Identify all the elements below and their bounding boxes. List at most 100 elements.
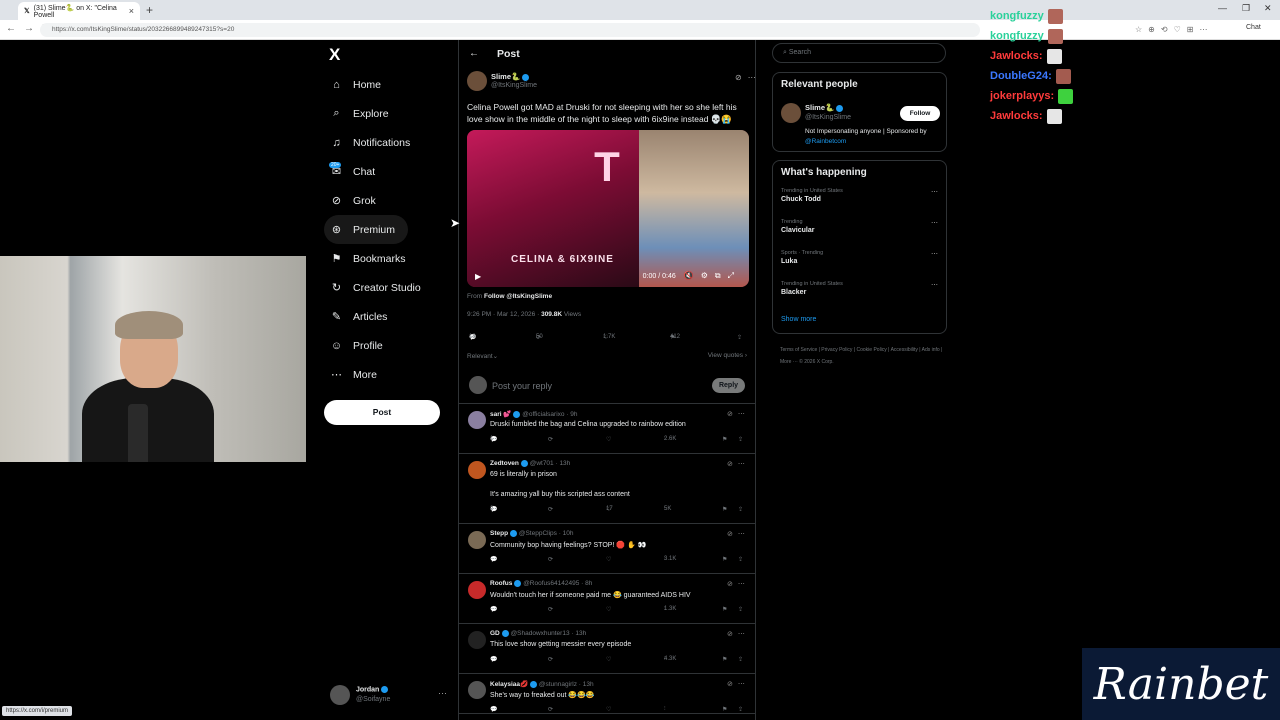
new-tab-button[interactable]: + — [146, 3, 153, 17]
reply-more-icons[interactable]: ⊘⋯ — [727, 460, 750, 468]
more-dots-icon[interactable]: ⋯ — [931, 281, 938, 289]
grok-and-more-icons[interactable]: ⊘⋯ — [735, 73, 755, 82]
reply-handle[interactable]: @officialsarixo · 9h — [522, 411, 577, 418]
bookmark-icon[interactable]: ⚑ — [722, 656, 727, 663]
follow-button[interactable]: Follow — [900, 106, 940, 121]
reply-author[interactable]: Roofus — [490, 580, 512, 587]
from-link[interactable]: Follow @ItsKingSlime — [484, 293, 552, 300]
reply-more-icons[interactable]: ⊘⋯ — [727, 630, 750, 638]
share-icon[interactable]: ⇪ — [738, 436, 743, 443]
trend-item[interactable]: Sports · Trending Luka ⋯ — [773, 248, 946, 279]
rp-name[interactable]: Slime🐍 — [805, 103, 834, 112]
post-timestamp[interactable]: 9:26 PM · Mar 12, 2026 · — [467, 311, 539, 318]
nav-item-creator-studio[interactable]: ↻ Creator Studio — [324, 273, 454, 302]
search-input[interactable]: ⌕ Search — [772, 43, 946, 63]
rp-bio-link[interactable]: @Rainbetcom — [805, 138, 846, 145]
reply-handle[interactable]: @Roofus64142495 · 8h — [523, 580, 592, 587]
reply-item[interactable]: GD @Shadowxhunter13 · 13h ⊘⋯ This love sho… — [459, 624, 755, 674]
trend-item[interactable]: Trending in United States Blacker ⋯ — [773, 279, 946, 310]
nav-item-premium[interactable]: ⊛ Premium — [324, 215, 408, 244]
repost-icon[interactable]: ⟳ — [548, 506, 553, 513]
avatar[interactable] — [468, 631, 486, 649]
account-switcher[interactable]: Jordan @Soifayne ··· — [330, 684, 450, 708]
minimize-icon[interactable]: — — [1218, 3, 1227, 13]
url-input[interactable]: https://x.com/ItsKingSlime/status/203226… — [40, 23, 980, 37]
nav-item-profile[interactable]: ☺ Profile — [324, 331, 454, 360]
reply-more-icons[interactable]: ⊘⋯ — [727, 580, 750, 588]
x-logo-icon[interactable]: X — [329, 45, 340, 65]
reply-author[interactable]: Zedtoven — [490, 460, 519, 467]
author-name[interactable]: Slime🐍 — [491, 72, 520, 81]
bookmark-icon[interactable]: ⚑ — [722, 556, 727, 563]
avatar[interactable] — [781, 103, 801, 123]
more-dots-icon[interactable]: ⋯ — [931, 219, 938, 227]
avatar[interactable] — [468, 531, 486, 549]
reply-item[interactable]: Stepp @SteppClips · 10h ⊘⋯ Community bop h… — [459, 524, 755, 574]
view-quotes-link[interactable]: View quotes › — [708, 352, 747, 359]
repost-icon[interactable]: ⟳ — [548, 706, 553, 713]
rp-handle[interactable]: @ItsKingSlime — [805, 114, 851, 121]
reply-handle[interactable]: @stunnagirlz · 13h — [539, 681, 594, 688]
more-dots-icon[interactable]: ⋯ — [931, 250, 938, 258]
share-icon[interactable]: ⇪ — [737, 334, 742, 341]
reply-item[interactable]: Kelaysiaa💋 @stunnagirlz · 13h ⊘⋯ She's way… — [459, 674, 755, 714]
browser-tab[interactable]: 𝕏 (31) Slime🐍 on X: "Celina Powell × — [18, 2, 140, 20]
reply-item[interactable]: sari 💕 @officialsarixo · 9h ⊘⋯ Druski fumb… — [459, 404, 755, 454]
video-player[interactable]: T CELINA & 6IX9INE ▶ 0:00 / 0:46 🔇⚙⧉⤢ — [467, 130, 749, 287]
nav-item-grok[interactable]: ⊘ Grok — [324, 186, 454, 215]
video-control-icons[interactable]: 🔇⚙⧉⤢ — [684, 271, 741, 281]
more-dots-icon[interactable]: ··· — [438, 688, 447, 698]
repost-icon[interactable]: ⟳ — [548, 656, 553, 663]
share-icon[interactable]: ⇪ — [738, 556, 743, 563]
sort-dropdown[interactable]: Relevant⌄ — [467, 353, 498, 360]
footer-links[interactable]: Terms of Service | Privacy Policy | Cook… — [780, 344, 950, 368]
avatar[interactable] — [468, 411, 486, 429]
nav-item-more[interactable]: ⋯ More — [324, 360, 454, 389]
share-icon[interactable]: ⇪ — [738, 506, 743, 513]
bookmark-icon[interactable]: ⚑ — [722, 706, 727, 713]
reply-item[interactable]: Zedtoven @wt701 · 13h ⊘⋯ 69 is literally i… — [459, 454, 755, 524]
browser-toolbar-icons[interactable]: ☆⊕⟲♡⊞⋯ — [1135, 25, 1213, 34]
show-more-link[interactable]: Show more — [773, 310, 946, 333]
close-tab-icon[interactable]: × — [129, 6, 134, 16]
share-icon[interactable]: ⇪ — [738, 606, 743, 613]
reply-button[interactable]: Reply — [712, 378, 745, 393]
repost-icon[interactable]: ⟳ — [548, 436, 553, 443]
reply-author[interactable]: Stepp — [490, 530, 508, 537]
reply-handle[interactable]: @Shadowxhunter13 · 13h — [511, 630, 587, 637]
bookmark-icon[interactable]: ⚑ — [722, 506, 727, 513]
nav-item-explore[interactable]: ⌕ Explore — [324, 99, 454, 128]
more-dots-icon[interactable]: ⋯ — [931, 188, 938, 196]
repost-icon[interactable]: ⟳ — [548, 556, 553, 563]
share-icon[interactable]: ⇪ — [738, 656, 743, 663]
maximize-icon[interactable]: ❐ — [1242, 3, 1250, 14]
repost-icon[interactable]: ⟳ — [548, 606, 553, 613]
avatar[interactable] — [468, 681, 486, 699]
nav-item-bookmarks[interactable]: ⚑ Bookmarks — [324, 244, 454, 273]
trend-item[interactable]: Trending in United States Chuck Todd ⋯ — [773, 186, 946, 217]
author-handle[interactable]: @ItsKingSlime — [491, 82, 537, 89]
avatar[interactable] — [468, 581, 486, 599]
trend-item[interactable]: Trending Clavicular ⋯ — [773, 217, 946, 248]
reply-author[interactable]: GD — [490, 630, 500, 637]
reply-more-icons[interactable]: ⊘⋯ — [727, 530, 750, 538]
avatar[interactable] — [468, 461, 486, 479]
reply-handle[interactable]: @wt701 · 13h — [530, 460, 571, 467]
nav-item-articles[interactable]: ✎ Articles — [324, 302, 454, 331]
avatar[interactable] — [467, 71, 487, 91]
back-arrow-icon[interactable]: ← — [469, 48, 479, 59]
browser-chat-button[interactable]: Chat — [1246, 24, 1261, 31]
reply-author[interactable]: Kelaysiaa💋 — [490, 681, 528, 688]
reply-more-icons[interactable]: ⊘⋯ — [727, 410, 750, 418]
post-button[interactable]: Post — [324, 400, 440, 425]
reply-author[interactable]: sari 💕 — [490, 411, 511, 418]
close-window-icon[interactable]: ✕ — [1264, 3, 1272, 14]
bookmark-icon[interactable]: ⚑ — [722, 606, 727, 613]
share-icon[interactable]: ⇪ — [738, 706, 743, 713]
reply-item[interactable]: Roofus @Roofus64142495 · 8h ⊘⋯ Wouldn't to… — [459, 574, 755, 624]
reply-more-icons[interactable]: ⊘⋯ — [727, 680, 750, 688]
reply-input[interactable]: Post your reply — [492, 381, 552, 391]
nav-item-chat[interactable]: ✉ 20+ Chat — [324, 157, 454, 186]
reply-handle[interactable]: @SteppClips · 10h — [519, 530, 574, 537]
bookmark-icon[interactable]: ⚑ — [722, 436, 727, 443]
